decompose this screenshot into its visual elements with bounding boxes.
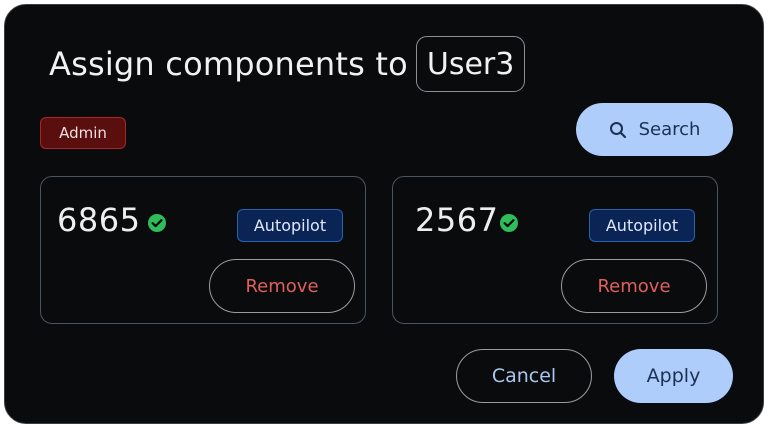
user-chip: User3 <box>415 36 526 92</box>
check-circle-icon <box>148 214 166 232</box>
autopilot-badge: Autopilot <box>589 209 695 242</box>
assign-components-dialog: Assign components to User3 Admin Search … <box>4 4 764 424</box>
remove-button[interactable]: Remove <box>209 259 355 313</box>
search-button-label: Search <box>638 119 701 140</box>
search-button[interactable]: Search <box>576 103 733 156</box>
component-card: 2567 Autopilot Remove <box>392 176 718 324</box>
dialog-title: Assign components to <box>49 45 408 83</box>
apply-button[interactable]: Apply <box>614 349 733 403</box>
remove-button[interactable]: Remove <box>561 259 707 313</box>
autopilot-badge: Autopilot <box>237 209 343 242</box>
search-icon <box>609 121 626 138</box>
role-badge-admin: Admin <box>40 117 126 149</box>
component-id: 6865 <box>57 201 141 239</box>
dialog-header: Assign components to User3 <box>49 35 526 93</box>
component-id: 2567 <box>415 201 499 239</box>
component-card: 6865 Autopilot Remove <box>40 176 366 324</box>
check-circle-icon <box>500 214 518 232</box>
cancel-button[interactable]: Cancel <box>456 349 592 403</box>
